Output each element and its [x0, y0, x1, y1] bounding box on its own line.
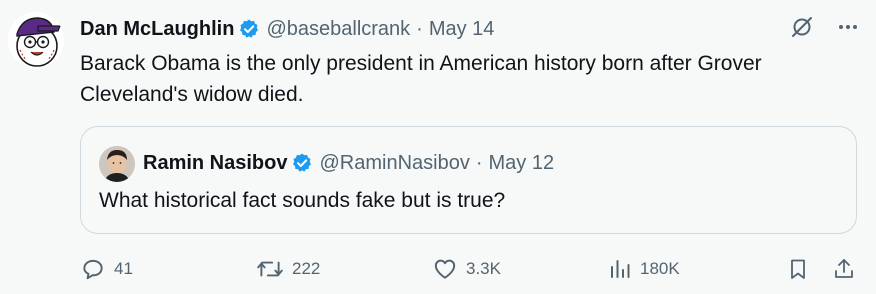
bookmark-icon [786, 256, 810, 282]
repost-button[interactable]: 222 [256, 254, 320, 284]
heart-icon [432, 256, 458, 282]
tweet-text: Barack Obama is the only president in Am… [80, 52, 762, 106]
like-count: 3.3K [466, 259, 501, 278]
views-count: 180K [640, 259, 680, 278]
share-button[interactable] [832, 254, 856, 284]
quoted-tweet-text: What historical fact sounds fake but is … [99, 189, 506, 212]
reply-button[interactable]: 41 [80, 254, 133, 284]
reply-count: 41 [114, 259, 133, 278]
quoted-author-name[interactable]: Ramin Nasibov [143, 152, 287, 175]
separator-dot: · [416, 17, 423, 40]
tweet: Dan McLaughlin @baseballcrank · May 14 B… [0, 0, 876, 294]
author-name[interactable]: Dan McLaughlin [80, 18, 234, 41]
author-handle[interactable]: @baseballcrank [266, 18, 410, 41]
like-button[interactable]: 3.3K [432, 254, 501, 284]
quoted-author-handle[interactable]: @RaminNasibov [319, 152, 469, 175]
quoted-tweet-date[interactable]: May 12 [489, 152, 555, 175]
views-icon [608, 256, 632, 282]
tweet-header: Dan McLaughlin @baseballcrank · May 14 [80, 15, 494, 43]
verified-badge-icon[interactable] [291, 152, 313, 174]
quoted-tweet-header: Ramin Nasibov @RaminNasibov · May 12 [143, 149, 554, 177]
top-actions [790, 15, 860, 39]
repost-icon [256, 256, 284, 282]
quoted-author-avatar[interactable] [99, 146, 135, 182]
repost-count: 222 [292, 259, 321, 278]
views-button[interactable]: 180K [608, 254, 680, 284]
share-icon [832, 256, 856, 282]
separator-dot: · [475, 151, 483, 174]
action-bar: 41 222 3.3K 180K [80, 254, 860, 284]
grok-icon[interactable] [790, 15, 814, 39]
more-icon[interactable] [836, 15, 860, 39]
bookmark-button[interactable] [786, 254, 810, 284]
reply-icon [80, 256, 106, 282]
quoted-tweet[interactable]: Ramin Nasibov @RaminNasibov · May 12 Wha… [80, 126, 857, 234]
tweet-date[interactable]: May 14 [429, 18, 495, 41]
author-avatar[interactable] [8, 12, 64, 68]
verified-badge-icon[interactable] [238, 18, 260, 40]
